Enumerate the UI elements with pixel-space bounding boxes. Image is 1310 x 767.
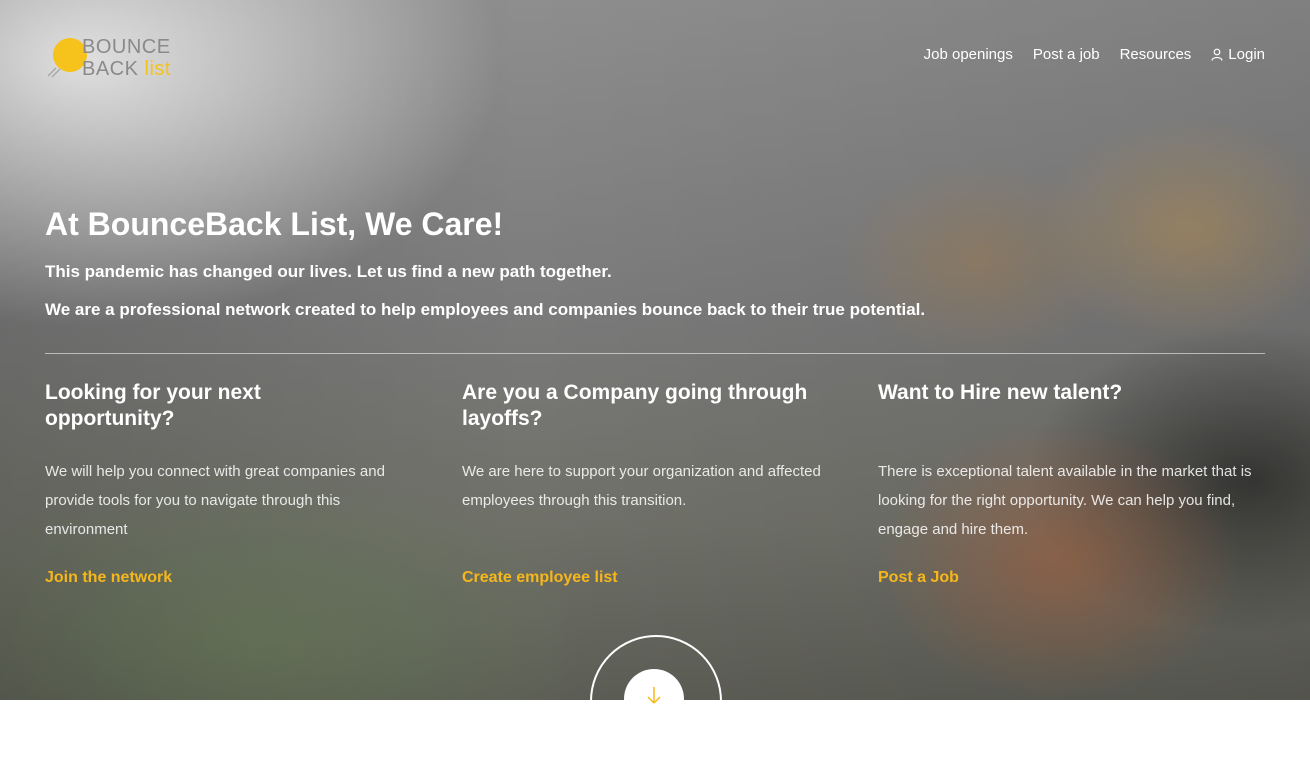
scroll-down-icon [647, 687, 661, 704]
logo-line-1: BOUNCE [82, 36, 171, 58]
column-companies: Are you a Company going through layoffs?… [462, 380, 852, 586]
logo-word-list: list [144, 58, 171, 80]
scroll-down-button[interactable] [624, 669, 684, 729]
column-heading: Want to Hire new talent? [878, 381, 1123, 404]
hero-tagline-1: This pandemic has changed our lives. Let… [45, 262, 612, 281]
column-hiring: Want to Hire new talent? There is except… [878, 380, 1268, 586]
create-employee-list-link[interactable]: Create employee list [462, 569, 618, 587]
hero-title: At BounceBack List, We Care! [45, 206, 504, 242]
post-a-job-link[interactable]: Post a Job [878, 569, 959, 587]
divider [45, 353, 1265, 354]
nav-login[interactable]: Login [1211, 46, 1265, 63]
nav-post-a-job[interactable]: Post a job [1033, 46, 1100, 63]
nav-resources[interactable]: Resources [1120, 46, 1192, 63]
column-text: We are here to support your organization… [462, 463, 821, 509]
column-text: There is exceptional talent available in… [878, 463, 1252, 538]
column-heading: Looking for your next opportunity? [45, 381, 261, 430]
join-network-link[interactable]: Join the network [45, 569, 172, 587]
logo[interactable]: BOUNCE BACK list [46, 34, 186, 84]
logo-rays-icon [47, 67, 61, 78]
user-icon [1211, 48, 1223, 61]
main-nav: Job openings Post a job Resources Login [924, 46, 1265, 63]
column-text: We will help you connect with great comp… [45, 463, 385, 538]
hero-background [0, 0, 1310, 700]
logo-line-2: BACK list [82, 58, 171, 80]
hero-tagline-2: We are a professional network created to… [45, 300, 926, 319]
nav-job-openings[interactable]: Job openings [924, 46, 1013, 63]
logo-word-back: BACK [82, 58, 139, 80]
column-job-seekers: Looking for your next opportunity? We wi… [45, 380, 385, 586]
column-heading: Are you a Company going through layoffs? [462, 381, 808, 430]
nav-login-label: Login [1228, 46, 1265, 63]
logo-text: BOUNCE BACK list [82, 36, 171, 80]
